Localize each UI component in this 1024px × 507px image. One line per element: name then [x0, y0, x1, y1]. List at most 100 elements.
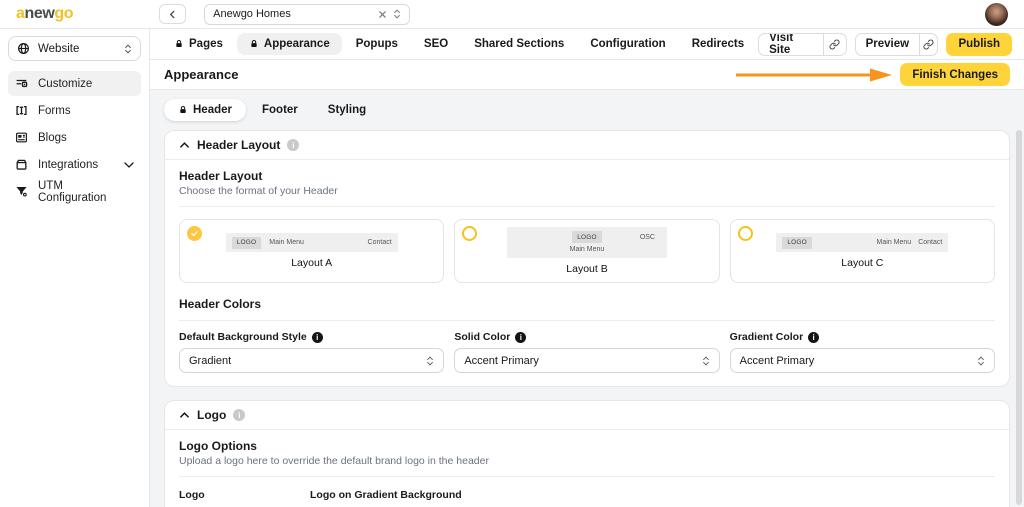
layout-label: Layout A: [291, 257, 332, 269]
project-selector[interactable]: Anewgo Homes: [204, 4, 410, 25]
tab-header[interactable]: Header: [164, 99, 246, 121]
logo-card-header[interactable]: Logo i: [165, 401, 1009, 430]
chevron-up-down-icon[interactable]: [393, 8, 401, 20]
link-icon[interactable]: [919, 34, 937, 55]
back-button[interactable]: [159, 4, 186, 24]
sidebar-item-utm-configuration[interactable]: UTM Configuration: [8, 179, 141, 204]
collapse-chevron-icon[interactable]: [179, 411, 190, 419]
sidebar-menu: Customize Forms Blogs Integrations: [8, 71, 141, 204]
logo-text: go: [54, 5, 73, 23]
radio-unchecked-icon[interactable]: [462, 226, 477, 241]
logo-text: new: [25, 5, 55, 23]
preview-button[interactable]: Preview: [855, 33, 939, 56]
tab-appearance[interactable]: Appearance: [237, 33, 342, 55]
gradient-color-select[interactable]: Accent Primary: [730, 348, 995, 373]
radio-checked-icon[interactable]: [187, 226, 202, 241]
info-icon[interactable]: i: [312, 332, 323, 343]
close-icon[interactable]: [378, 10, 387, 19]
info-icon[interactable]: i: [233, 409, 245, 421]
website-select-label: Website: [38, 43, 116, 55]
chevron-down-icon[interactable]: [124, 162, 134, 168]
layout-option-a[interactable]: LOGO Main Menu Contact Layout A: [179, 219, 444, 283]
sidebar-item-label: Integrations: [38, 159, 114, 171]
anewgo-logo[interactable]: a new go: [16, 5, 73, 23]
layout-label: Layout C: [841, 257, 883, 269]
layout-b-preview: LOGO OSC Main Menu: [507, 227, 667, 258]
scrollbar-thumb[interactable]: [1016, 130, 1022, 505]
globe-icon: [17, 42, 30, 55]
tab-popups[interactable]: Popups: [344, 33, 410, 55]
radio-unchecked-icon[interactable]: [738, 226, 753, 241]
sidebar-item-label: Customize: [38, 78, 92, 90]
tab-pages[interactable]: Pages: [162, 33, 235, 55]
content-area: Header Footer Styling Header Layout i He…: [150, 90, 1024, 507]
info-icon[interactable]: i: [515, 332, 526, 343]
layout-label: Layout B: [566, 263, 607, 275]
layout-a-preview: LOGO Main Menu Contact: [226, 233, 398, 252]
sidebar-item-label: UTM Configuration: [38, 180, 134, 204]
section-title: Header Layout: [197, 138, 280, 152]
layout-c-preview: LOGO Main Menu Contact: [776, 233, 948, 252]
tab-styling[interactable]: Styling: [314, 99, 380, 121]
layout-option-c[interactable]: LOGO Main Menu Contact Layout C: [730, 219, 995, 283]
tab-footer[interactable]: Footer: [248, 99, 312, 121]
link-icon[interactable]: [823, 34, 846, 55]
appearance-tabs: Header Footer Styling: [164, 99, 1010, 121]
collapse-chevron-icon[interactable]: [179, 141, 190, 149]
header-layout-card-header[interactable]: Header Layout i: [165, 131, 1009, 160]
chevron-up-down-icon: [426, 355, 434, 367]
funnel-icon: [15, 185, 28, 198]
tab-redirects[interactable]: Redirects: [680, 33, 756, 55]
app-shell: Website Customize Forms: [0, 29, 1024, 507]
chevron-up-down-icon: [124, 43, 132, 55]
subsection-description: Upload a logo here to override the defau…: [179, 455, 995, 477]
page-title: Appearance: [164, 67, 238, 82]
chevron-up-down-icon: [702, 355, 710, 367]
tab-shared-sections[interactable]: Shared Sections: [462, 33, 576, 55]
sidebar: Website Customize Forms: [0, 29, 150, 507]
publish-button[interactable]: Publish: [946, 33, 1012, 56]
logo-card: Logo i Logo Options Upload a logo here t…: [164, 400, 1010, 507]
layout-option-b[interactable]: LOGO OSC Main Menu Layout B: [454, 219, 719, 283]
field-solid-color: Solid Color i Accent Primary: [454, 331, 719, 373]
sidebar-item-label: Forms: [38, 105, 71, 117]
logo-text: a: [16, 5, 25, 23]
integrations-icon: [15, 158, 28, 171]
lock-icon: [174, 39, 184, 49]
default-background-style-select[interactable]: Gradient: [179, 348, 444, 373]
site-nav-tabs: Pages Appearance Popups SEO Shared Secti…: [150, 29, 1024, 60]
tab-seo[interactable]: SEO: [412, 33, 460, 55]
main-panel: Pages Appearance Popups SEO Shared Secti…: [150, 29, 1024, 507]
finish-changes-button[interactable]: Finish Changes: [900, 63, 1010, 86]
tab-configuration[interactable]: Configuration: [578, 33, 677, 55]
logo-upload: Logo: [179, 489, 294, 507]
header-layout-card: Header Layout i Header Layout Choose the…: [164, 130, 1010, 387]
info-icon[interactable]: i: [808, 332, 819, 343]
chevron-left-icon: [168, 10, 177, 19]
avatar[interactable]: [985, 3, 1008, 26]
project-name: Anewgo Homes: [213, 8, 372, 20]
header-color-fields: Default Background Style i Gradient: [179, 331, 995, 373]
website-select[interactable]: Website: [8, 36, 141, 61]
nav-actions: Visit Site Preview Publish: [758, 33, 1012, 56]
info-icon[interactable]: i: [287, 139, 299, 151]
logo-gradient-upload: Logo on Gradient Background: [310, 489, 462, 507]
lock-icon: [178, 105, 188, 115]
subsection-title: Logo Options: [179, 439, 995, 453]
sidebar-item-customize[interactable]: Customize: [8, 71, 141, 96]
sidebar-item-forms[interactable]: Forms: [8, 98, 141, 123]
solid-color-select[interactable]: Accent Primary: [454, 348, 719, 373]
sidebar-item-integrations[interactable]: Integrations: [8, 152, 141, 177]
annotation-arrow: [734, 67, 894, 83]
newspaper-icon: [15, 131, 28, 144]
sidebar-item-blogs[interactable]: Blogs: [8, 125, 141, 150]
sliders-icon: [15, 77, 28, 90]
visit-site-button[interactable]: Visit Site: [758, 33, 846, 56]
input-field-icon: [15, 104, 28, 117]
field-gradient-color: Gradient Color i Accent Primary: [730, 331, 995, 373]
subsection-title: Header Layout: [179, 169, 995, 183]
topbar: a new go Anewgo Homes: [0, 0, 1024, 29]
lock-icon: [249, 39, 259, 49]
section-title: Logo: [197, 408, 226, 422]
chevron-up-down-icon: [977, 355, 985, 367]
